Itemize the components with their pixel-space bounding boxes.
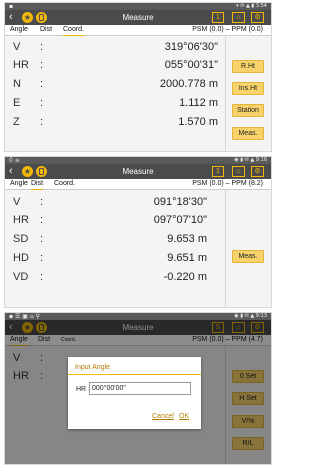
title-bar: ‹ ★ Measure 1 ⌂ ⚙ [5,10,271,25]
row-label: VD [13,271,29,283]
row-value: 091°18'30" [153,196,207,208]
dialog-title: Input Angle [75,364,111,371]
r-ht-button[interactable]: R.Ht [232,60,264,73]
row-z: Z : 1.570 m [13,116,218,128]
row-label: SD [13,233,29,245]
row-label: HR [13,59,29,71]
row-n: N : 2000.778 m [13,78,218,90]
row-value: 319°06'30" [164,41,218,53]
measurement-panel: V : 319°06'30" HR : 055°00'31" N : 2000.… [5,36,271,151]
tab-dist[interactable]: Dist [40,25,52,35]
row-hr: HR : 097°07'10" [13,214,207,226]
status-left: 0 ≡ [9,157,20,164]
row-value: -0.220 m [163,271,207,283]
row-hd: HD : 9.651 m [13,252,207,264]
row-e: E : 1.112 m [13,97,218,109]
row-value: 2000.778 m [159,78,218,90]
document-icon[interactable]: ⌂ [232,166,245,177]
mode-one-button[interactable]: 1 [212,166,224,177]
input-angle-dialog: Input Angle HR : Cancel OK [68,357,201,429]
settings-icon[interactable]: ⚙ [251,12,264,23]
row-label: V [13,196,21,208]
measurement-panel: V : 091°18'30" HR : 097°07'10" SD : 9.65… [5,190,271,307]
mode-one-button[interactable]: 1 [212,12,224,23]
ins-ht-button[interactable]: Ins.Ht [232,82,264,95]
action-sidebar: R.Ht Ins.Ht Station Meas. [225,36,271,151]
document-icon[interactable]: ⌂ [232,12,245,23]
cancel-button[interactable]: Cancel [152,412,174,421]
row-label: V [13,41,21,53]
action-sidebar: Meas. [225,190,271,307]
measure-screen-dist: 0 ≡ ◉ ▮ ✉ ▲ 9:16 ‹ ★ Measure 1 ⌂ ⚙ Angle… [4,156,272,308]
tab-bar: Angle Dist Coord. PSM (0.0) – PPM (8.2) [5,179,271,191]
row-value: 9.651 m [167,252,207,264]
hr-field-label: HR : [76,386,90,393]
row-label: HR [13,214,29,226]
psm-ppm-readout: PSM (0.0) – PPM (0.0) [192,26,263,33]
status-bar: ▪ ▾ ✉ ▲ ▮ 3:54 [5,3,271,10]
row-value: 055°00'31" [164,59,218,71]
row-value: 097°07'10" [153,214,207,226]
station-button[interactable]: Station [232,104,264,117]
row-value: 9.653 m [167,233,207,245]
status-bar: 0 ≡ ◉ ▮ ✉ ▲ 9:16 [5,157,271,164]
measure-screen-angle: ▪ ☰ ▣ ⌂ ⚲ ◉ ▮ ✉ ▲ 9:13 ‹ ★ Measure S ⌂ ⚙… [4,312,272,465]
status-right: ◉ ▮ ✉ ▲ 9:16 [234,157,267,163]
ok-button[interactable]: OK [179,412,189,421]
row-label: Z [13,116,20,128]
meas-button[interactable]: Meas. [232,250,264,263]
row-label: HD [13,252,29,264]
row-sd: SD : 9.653 m [13,233,207,245]
status-right: ▾ ✉ ▲ ▮ 3:54 [236,3,267,9]
status-bar: ▪ ☰ ▣ ⌂ ⚲ ◉ ▮ ✉ ▲ 9:13 [5,313,271,320]
tab-bar: Angle Dist Coord. PSM (0.0) – PPM (0.0) [5,25,271,37]
row-label: N [13,78,21,90]
row-vd: VD : -0.220 m [13,271,207,283]
title-bar: ‹ ★ Measure 1 ⌂ ⚙ [5,164,271,179]
meas-button[interactable]: Meas. [232,127,264,140]
hr-angle-input[interactable] [89,382,191,395]
row-hr: HR : 055°00'31" [13,59,218,71]
psm-ppm-readout: PSM (0.0) – PPM (8.2) [192,180,263,187]
row-v: V : 091°18'30" [13,196,207,208]
tab-angle[interactable]: Angle [10,25,28,35]
measure-screen-coord: ▪ ▾ ✉ ▲ ▮ 3:54 ‹ ★ Measure 1 ⌂ ⚙ Angle D… [4,2,272,152]
dialog-divider [68,374,201,375]
status-left: ▪ ☰ ▣ ⌂ ⚲ [9,313,40,320]
tab-coord[interactable]: Coord. [54,179,75,189]
row-value: 1.112 m [179,97,218,109]
row-value: 1.570 m [178,116,218,128]
settings-icon[interactable]: ⚙ [251,166,264,177]
status-right: ◉ ▮ ✉ ▲ 9:13 [234,313,267,319]
row-v: V : 319°06'30" [13,41,218,53]
status-left: ▪ [9,3,14,10]
row-label: E [13,97,21,109]
tab-angle[interactable]: Angle [10,179,28,189]
